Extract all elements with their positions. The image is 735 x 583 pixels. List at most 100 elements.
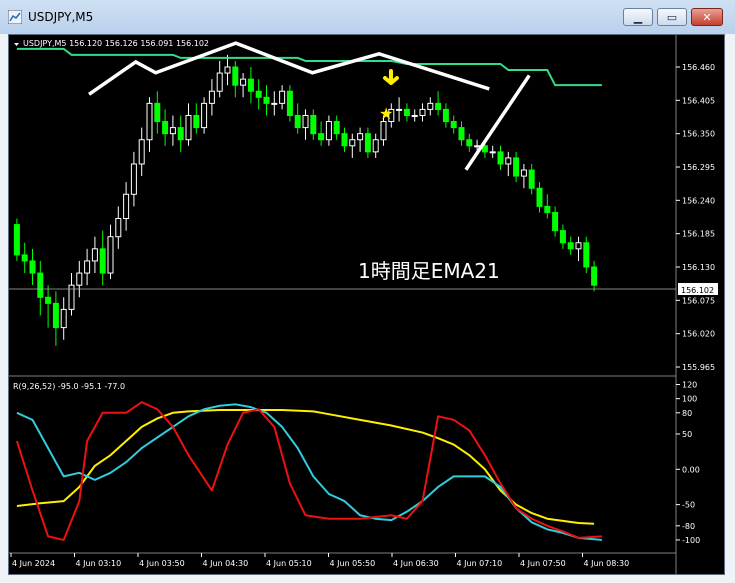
candle-body [583,242,590,268]
candle-body [302,114,309,129]
price-tick-label: 156.075 [682,296,715,305]
candle-body [138,139,145,165]
close-button[interactable]: ✕ [691,8,723,26]
candle-body [208,90,215,104]
candle-body [380,121,387,141]
candle-body [372,139,379,153]
candle-body [333,121,340,135]
candle-body [396,108,403,111]
indicator-tick-label: -80 [682,522,695,531]
time-tick-label: 4 Jun 04:30 [203,559,249,568]
chart-window[interactable]: 156.460 156.405 156.350 156.295 156.240 156.1… [8,34,725,575]
price-axis: 156.460 156.405 156.350 156.295 156.240 156.1… [676,63,715,372]
indicator-axis: 120 100 80 50 0.00 -50 -80 -100 [676,381,700,545]
window-titlebar: USDJPY,M5 ▁ ▭ ✕ [0,0,735,34]
candle-body [357,133,364,141]
indicator-tick-label: -50 [682,501,695,510]
candle-body [154,102,161,123]
candle-body [240,78,247,86]
time-tick-label: 4 Jun 03:50 [139,559,185,568]
indicator-tick-label: 100 [682,395,697,404]
candle-body [349,139,356,147]
candle-body [255,90,262,98]
candle-body [575,242,582,250]
minimize-button[interactable]: ▁ [623,8,653,26]
candle-body [552,211,559,232]
time-tick-label: 4 Jun 06:30 [393,559,439,568]
candle-body [318,133,325,141]
candle-body [364,133,371,153]
candle-body [201,102,208,129]
candle-body [520,169,527,177]
chart-annotation: 1時間足EMA21 [358,259,500,283]
time-tick-label: 4 Jun 08:30 [584,559,630,568]
price-tick-label: 156.020 [682,330,715,339]
collapse-triangle-icon[interactable] [14,43,19,46]
time-tick-label: 4 Jun 05:50 [330,559,376,568]
candle-body [60,308,67,329]
candle-body [279,90,286,104]
candle-body [91,248,98,262]
time-axis: 4 Jun 2024 4 Jun 03:10 4 Jun 03:50 4 Jun 04… [10,553,630,568]
price-tick-label: 155.965 [682,363,715,372]
price-tick-label: 156.185 [682,230,715,239]
candle-body [458,127,465,141]
price-chart-canvas[interactable]: 156.460 156.405 156.350 156.295 156.240 156.1… [9,35,724,574]
price-tick-label: 156.295 [682,163,715,172]
indicator-layer [15,401,602,541]
close-icon: ✕ [702,10,712,24]
candle-body [76,272,83,286]
candle-body [294,114,301,129]
candle-body [341,133,348,147]
indicator-header: R(9,26,52) -95.0 -95.1 -77.0 [13,382,125,391]
chart-app-icon [8,10,22,24]
maximize-icon: ▭ [666,10,678,24]
price-tick-label: 156.460 [682,63,715,72]
indicator-tick-label: 50 [682,430,692,439]
candle-body [497,151,504,165]
candle-body [162,121,169,135]
candle-body [419,108,426,116]
candle-body [52,302,59,329]
indicator-tick-label: 120 [682,381,697,390]
ema21-line [16,47,602,87]
candle-body [403,108,410,116]
candle-body [29,260,36,274]
candle-body [450,121,457,129]
candle-body [411,114,418,117]
candle-body [84,260,91,274]
candle-body [591,266,598,286]
candle-body [45,296,52,304]
candle-body [271,102,278,105]
candle-body [177,127,184,141]
window-title: USDJPY,M5 [28,10,94,24]
candle-body [185,114,192,141]
maximize-button[interactable]: ▭ [657,8,687,26]
candle-body [224,66,231,74]
candle-body [99,248,106,274]
candle-body [146,102,153,141]
candle-body [193,114,200,129]
time-tick-label: 4 Jun 05:10 [266,559,312,568]
candle-body [263,96,270,104]
star-icon: ★ [379,104,393,123]
candle-body [567,242,574,250]
candle-body [107,236,114,274]
candle-body [115,218,122,238]
sell-arrow-icon [383,69,399,85]
price-tick-label: 156.405 [682,96,715,105]
hand-drawn-line [88,41,490,96]
indicator-tick-label: 80 [682,409,692,418]
candle-body [466,139,473,147]
candle-body [505,157,512,165]
candle-body [474,145,481,148]
time-tick-label: 4 Jun 03:10 [76,559,122,568]
indicator-tick-label: 0.00 [682,465,700,474]
candle-body [489,151,496,154]
price-tick-label: 156.130 [682,263,715,272]
price-tick-label: 156.350 [682,130,715,139]
candle-body [169,127,176,135]
candle-body [310,114,317,135]
candle-body [286,90,293,116]
chart-header: USDJPY,M5 156.120 156.126 156.091 156.10… [23,39,209,48]
